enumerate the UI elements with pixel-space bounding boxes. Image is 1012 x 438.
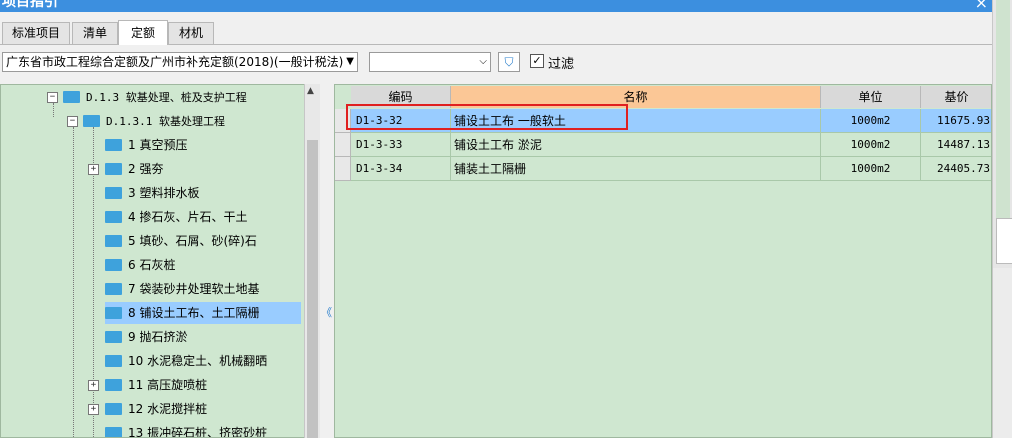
tab-bill[interactable]: 清单 — [72, 22, 118, 44]
folder-icon — [105, 234, 122, 247]
quota-library-select[interactable]: 广东省市政工程综合定额及广州市补充定额(2018)(一般计税法) ▼ — [2, 52, 358, 72]
tree-item-10[interactable]: 10 水泥稳定土、机械翻晒 — [105, 350, 267, 372]
tree-item-label: 10 水泥稳定土、机械翻晒 — [128, 354, 268, 368]
tree-item-9[interactable]: 9 抛石挤淤 — [105, 326, 187, 348]
tree-item-8-selected[interactable]: 8 铺设土工布、土工隔栅 — [105, 302, 301, 324]
tree-item-label: 9 抛石挤淤 — [128, 330, 188, 344]
cell-name: 铺设土工布 淤泥 — [451, 133, 821, 157]
folder-icon — [105, 186, 122, 199]
tree-item-d13[interactable]: − D.1.3 软基处理、桩及支护工程 — [47, 86, 247, 108]
tab-materials[interactable]: 材机 — [168, 22, 214, 44]
table-row[interactable]: D1-3-34 铺装土工隔栅 1000m2 24405.73 — [335, 157, 991, 181]
tree-item-label: 8 铺设土工布、土工隔栅 — [128, 306, 260, 320]
table-row[interactable]: D1-3-32 铺设土工布 一般软土 1000m2 11675.93 — [335, 109, 991, 133]
tree-item-7[interactable]: 7 袋装砂井处理软土地基 — [105, 278, 259, 300]
folder-icon — [105, 402, 122, 415]
window-title: 项目指引 — [2, 0, 58, 10]
cell-price: 14487.13 — [921, 133, 991, 157]
cell-code: D1-3-33 — [351, 133, 451, 157]
folder-icon — [105, 378, 122, 391]
folder-icon — [105, 138, 122, 151]
collapse-icon[interactable]: − — [67, 116, 78, 127]
cell-unit: 1000m2 — [821, 109, 921, 133]
cell-price: 11675.93 — [921, 109, 991, 133]
tree-item-2[interactable]: 2 强夯 — [105, 158, 163, 180]
column-header-price[interactable]: 基价 — [921, 86, 991, 108]
folder-icon — [105, 282, 122, 295]
chevron-down-icon: ⌵ — [479, 56, 487, 67]
tree-item-3[interactable]: 3 塑料排水板 — [105, 182, 199, 204]
cell-name: 铺装土工隔栅 — [451, 157, 821, 181]
quota-grid: 编码 名称 单位 基价 D1-3-32 铺设土工布 一般软土 1000m2 11… — [334, 84, 992, 438]
collapse-left-icon[interactable]: 《 — [321, 304, 332, 320]
dropdown-arrow-icon: ▼ — [346, 56, 354, 67]
column-header-unit[interactable]: 单位 — [821, 86, 921, 108]
chapter-tree: − D.1.3 软基处理、桩及支护工程 − D.1.3.1 软基处理工程 1 真… — [0, 84, 320, 438]
funnel-icon: ⛉ — [504, 55, 514, 69]
tree-item-label: 4 掺石灰、片石、干土 — [128, 210, 248, 224]
cell-code: D1-3-32 — [351, 109, 451, 133]
tree-item-label: 3 塑料排水板 — [128, 186, 200, 200]
filter-label: 过滤 — [548, 57, 575, 72]
tree-item-label: 6 石灰桩 — [128, 258, 176, 272]
tree-item-label: 5 填砂、石屑、砂(碎)石 — [128, 234, 257, 248]
tree-item-5[interactable]: 5 填砂、石屑、砂(碎)石 — [105, 230, 257, 252]
quota-library-value: 广东省市政工程综合定额及广州市补充定额(2018)(一般计税法) — [6, 55, 344, 69]
tree-scrollbar[interactable]: ▲ — [304, 84, 320, 438]
window-titlebar: 项目指引 × — [0, 0, 992, 12]
tree-item-label: D.1.3 软基处理、桩及支护工程 — [86, 91, 247, 104]
scroll-up-icon[interactable]: ▲ — [307, 86, 314, 96]
cell-code: D1-3-34 — [351, 157, 451, 181]
folder-icon — [105, 306, 122, 319]
tree-item-label: 12 水泥搅拌桩 — [128, 402, 208, 416]
tree-item-label: D.1.3.1 软基处理工程 — [106, 115, 225, 128]
tree-item-1[interactable]: 1 真空预压 — [105, 134, 187, 156]
folder-icon — [105, 330, 122, 343]
cell-unit: 1000m2 — [821, 133, 921, 157]
tree-item-label: 11 高压旋喷桩 — [128, 378, 208, 392]
tree-item-4[interactable]: 4 掺石灰、片石、干土 — [105, 206, 247, 228]
column-header-name[interactable]: 名称 — [451, 86, 821, 108]
tab-quota[interactable]: 定额 — [118, 20, 168, 45]
tree-item-label: 2 强夯 — [128, 162, 164, 176]
check-icon: ✓ — [532, 54, 542, 67]
cell-name: 铺设土工布 一般软土 — [451, 109, 821, 133]
folder-icon — [105, 426, 122, 437]
secondary-filter-select[interactable]: ⌵ — [369, 52, 491, 72]
folder-icon — [63, 90, 80, 103]
panel-splitter[interactable]: 《 — [320, 84, 334, 438]
scrollbar-thumb[interactable] — [307, 140, 318, 438]
tree-item-d131[interactable]: − D.1.3.1 软基处理工程 — [67, 110, 225, 132]
tree-item-12[interactable]: 12 水泥搅拌桩 — [105, 398, 207, 420]
filter-checkbox[interactable]: ✓ — [530, 54, 544, 68]
background-window-edge — [992, 0, 1012, 438]
tab-bar: 标准项目 清单 定额 材机 — [0, 20, 992, 45]
expand-icon[interactable]: + — [88, 380, 99, 391]
table-row[interactable]: D1-3-33 铺设土工布 淤泥 1000m2 14487.13 — [335, 133, 991, 157]
tab-standard-items[interactable]: 标准项目 — [2, 22, 70, 44]
tree-item-label: 1 真空预压 — [128, 138, 188, 152]
cell-unit: 1000m2 — [821, 157, 921, 181]
expand-icon[interactable]: + — [88, 164, 99, 175]
tree-item-label: 13 振冲碎石桩、挤密砂桩 — [128, 426, 268, 438]
close-icon[interactable]: × — [975, 0, 988, 12]
expand-icon[interactable]: + — [88, 404, 99, 415]
folder-icon — [105, 354, 122, 367]
tree-item-13[interactable]: 13 振冲碎石桩、挤密砂桩 — [105, 422, 268, 438]
folder-icon — [105, 162, 122, 175]
tree-item-11[interactable]: 11 高压旋喷桩 — [105, 374, 207, 396]
cell-price: 24405.73 — [921, 157, 991, 181]
column-header-code[interactable]: 编码 — [351, 86, 451, 108]
folder-icon — [105, 210, 122, 223]
tree-item-6[interactable]: 6 石灰桩 — [105, 254, 175, 276]
folder-icon — [105, 258, 122, 271]
folder-icon — [83, 114, 100, 127]
collapse-icon[interactable]: − — [47, 92, 58, 103]
filter-button[interactable]: ⛉ — [498, 52, 520, 72]
tree-item-label: 7 袋装砂井处理软土地基 — [128, 282, 260, 296]
